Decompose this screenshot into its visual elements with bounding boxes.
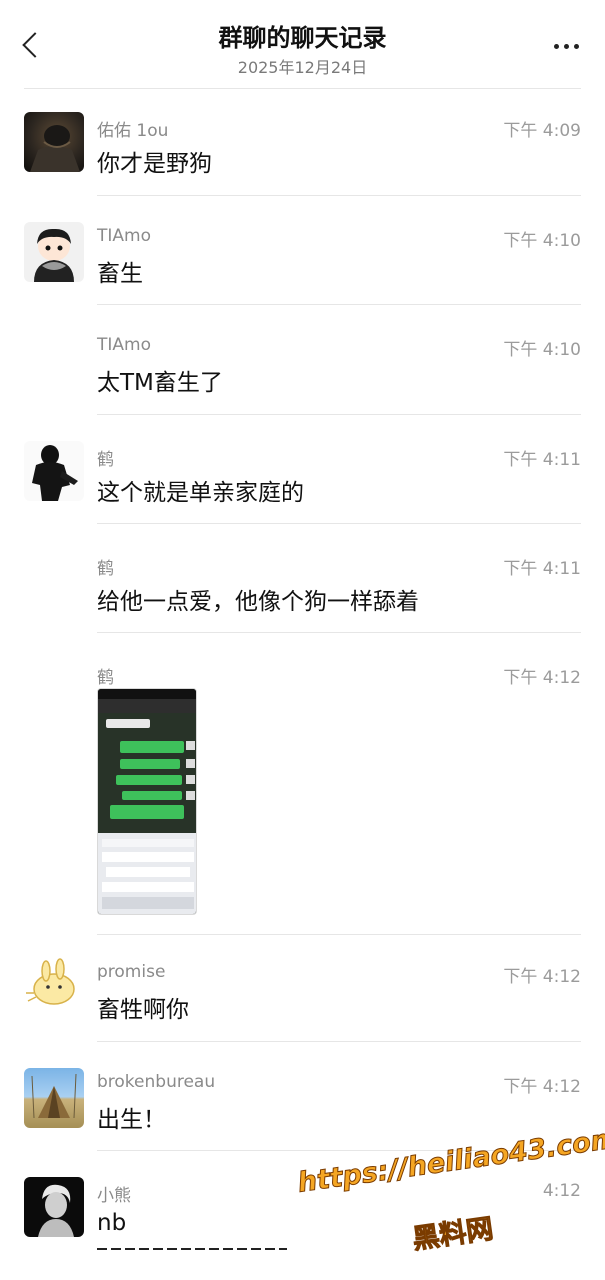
avatar[interactable]	[24, 957, 84, 1017]
divider	[97, 195, 581, 196]
divider	[97, 304, 581, 305]
message-text: 畜牲啊你	[97, 997, 189, 1023]
sender-name: TIAmo	[97, 335, 151, 355]
avatar[interactable]	[24, 1177, 84, 1237]
avatar[interactable]	[24, 112, 84, 172]
sender-name: TIAmo	[97, 226, 151, 246]
message-text: 你才是野狗	[97, 151, 212, 177]
sender-name: 鹤	[97, 450, 114, 470]
divider	[97, 414, 581, 415]
avatar[interactable]	[24, 222, 84, 282]
avatar[interactable]	[24, 1068, 84, 1128]
message-time: 下午 4:12	[503, 1077, 581, 1097]
message-time: 下午 4:12	[503, 668, 581, 688]
message-text: 太TM畜生了	[97, 370, 223, 396]
message-time: 下午 4:11	[503, 559, 581, 579]
message-text: 出生！	[97, 1107, 166, 1133]
message-text: 给他一点爱，他像个狗一样舔着	[97, 589, 419, 615]
message-time: 下午 4:11	[503, 450, 581, 470]
watermark-text: 黑料网	[410, 1213, 496, 1256]
message-text: 畜生	[97, 261, 143, 287]
divider	[97, 523, 581, 524]
sender-name: brokenbureau	[97, 1072, 216, 1092]
more-options-icon[interactable]	[554, 40, 579, 53]
avatar[interactable]	[24, 441, 84, 501]
sender-name: 鹤	[97, 559, 114, 579]
divider	[97, 1041, 581, 1042]
sender-name: 佑佑 1ou	[97, 121, 169, 141]
divider	[97, 934, 581, 935]
message-text: nb	[97, 1210, 127, 1236]
message-text: 这个就是单亲家庭的	[97, 480, 304, 506]
record-date: 2025年12月24日	[237, 58, 368, 77]
message-time: 下午 4:10	[503, 231, 581, 251]
sender-name: promise	[97, 962, 166, 982]
nav-bar: 群聊的聊天记录 2025年12月24日	[0, 0, 605, 88]
sender-name: 小熊	[97, 1186, 131, 1206]
message-time: 4:12	[542, 1181, 581, 1201]
image-message[interactable]	[97, 688, 197, 915]
dashed-divider	[97, 1248, 287, 1250]
page-title: 群聊的聊天记录	[218, 24, 387, 52]
divider	[24, 88, 581, 89]
sender-name: 鹤	[97, 668, 114, 688]
divider	[97, 632, 581, 633]
message-time: 下午 4:12	[503, 967, 581, 987]
message-time: 下午 4:10	[503, 340, 581, 360]
message-time: 下午 4:09	[503, 121, 581, 141]
